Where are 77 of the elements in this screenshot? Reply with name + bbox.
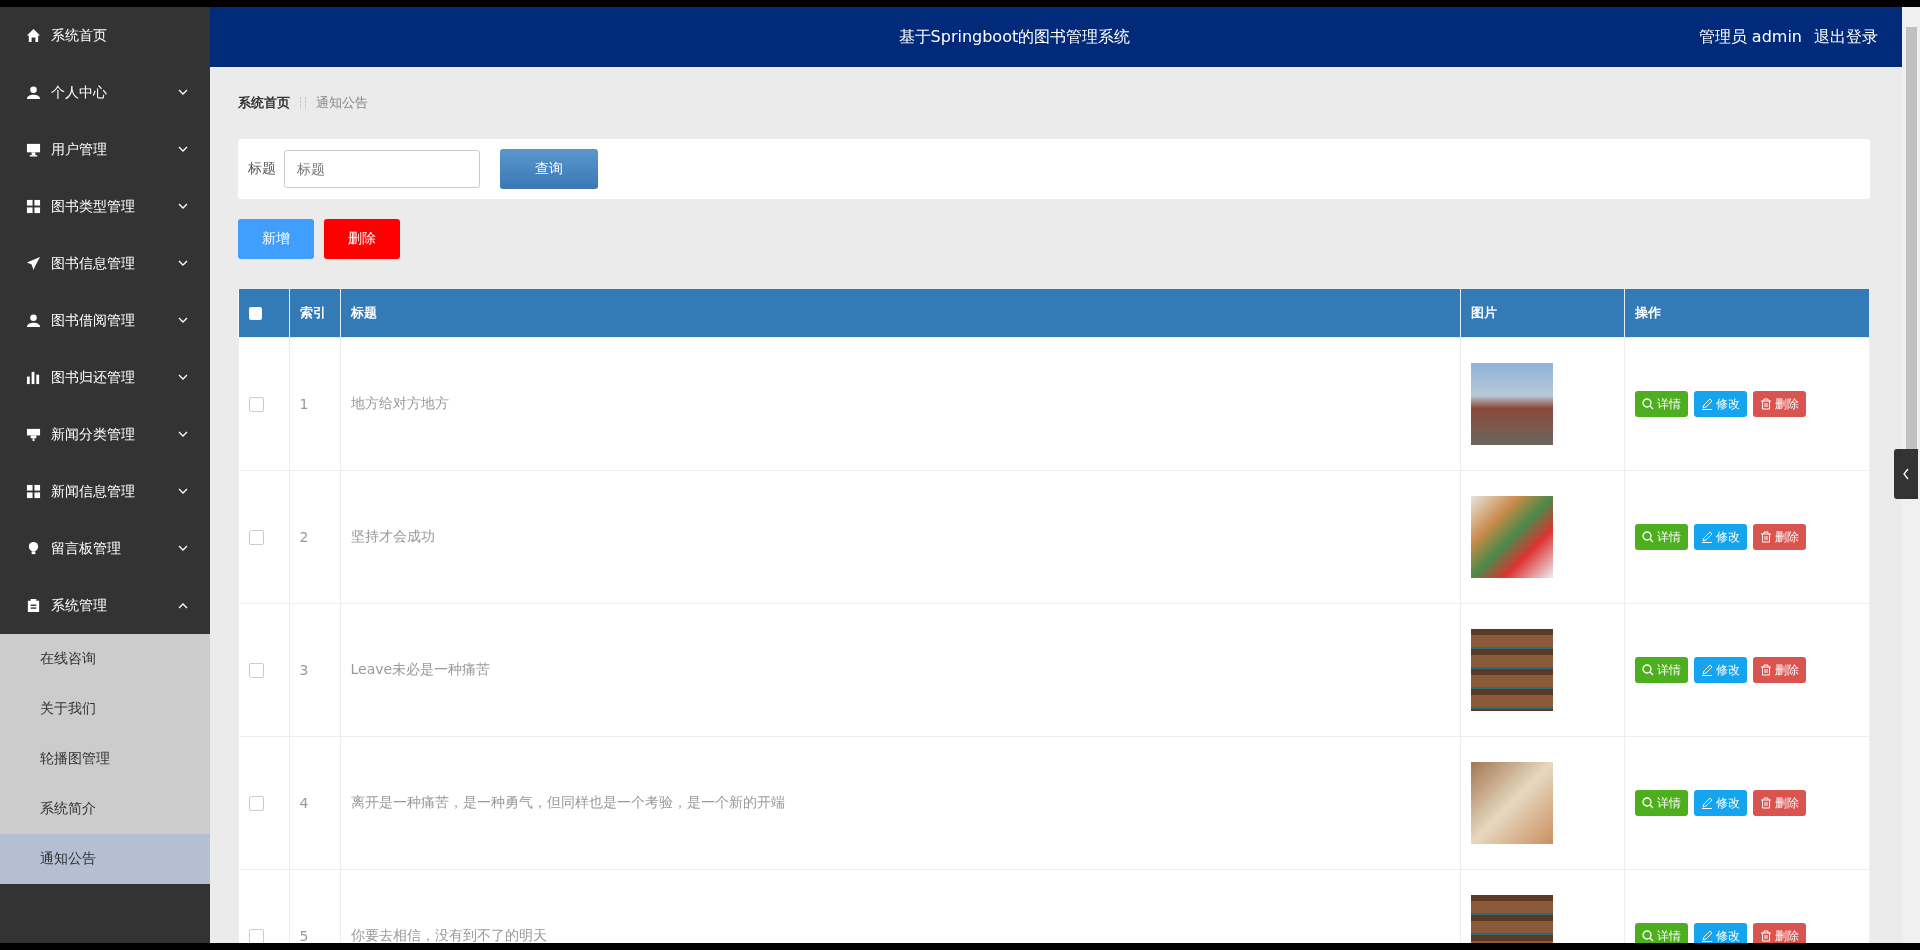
delete-button[interactable]: 删除	[1753, 657, 1806, 683]
logout-link[interactable]: 退出登录	[1814, 26, 1878, 48]
title-cell: 地方给对方地方	[340, 337, 1461, 471]
index-cell: 1	[289, 337, 340, 471]
breadcrumb-item[interactable]: 系统首页	[238, 94, 290, 112]
paper-plane-icon	[26, 256, 41, 271]
query-button[interactable]: 查询	[500, 149, 598, 189]
title-cell: 坚持才会成功	[340, 470, 1461, 604]
submenu-item[interactable]: 系统简介	[0, 784, 210, 834]
app-title: 基于Springboot的图书管理系统	[897, 26, 1132, 48]
delete-button[interactable]: 删除	[1753, 524, 1806, 550]
delete-button[interactable]: 删除	[1753, 923, 1806, 943]
monitor-icon	[26, 142, 41, 157]
trash-icon	[1760, 531, 1772, 543]
trash-icon	[1760, 930, 1772, 942]
user-label: 管理员 admin	[1698, 26, 1802, 48]
submenu-item[interactable]: 在线咨询	[0, 634, 210, 684]
bar-chart-icon	[26, 370, 41, 385]
sidebar-item[interactable]: 用户管理	[0, 121, 210, 178]
collapse-tab[interactable]	[1894, 449, 1918, 499]
sidebar-item[interactable]: 系统管理	[0, 577, 210, 634]
trash-icon	[1760, 398, 1772, 410]
column-header: 图片	[1460, 289, 1625, 338]
index-cell: 2	[289, 470, 340, 604]
search-icon	[1642, 797, 1654, 809]
breadcrumb-item: 通知公告	[316, 94, 368, 112]
signpost-icon	[26, 427, 41, 442]
grid-icon	[26, 199, 41, 214]
user-icon	[26, 85, 41, 100]
trash-icon	[1760, 664, 1772, 676]
sidebar-item[interactable]: 留言板管理	[0, 520, 210, 577]
title-cell: Leave未必是一种痛苦	[340, 603, 1461, 737]
submenu-item[interactable]: 轮播图管理	[0, 734, 210, 784]
sidebar-item[interactable]: 个人中心	[0, 64, 210, 121]
column-header: 索引	[289, 289, 340, 338]
search-icon	[1642, 398, 1654, 410]
index-cell: 3	[289, 603, 340, 737]
pencil-icon	[1701, 797, 1713, 809]
search-icon	[1642, 664, 1654, 676]
lightbulb-icon	[26, 541, 41, 556]
home-icon	[26, 28, 41, 43]
row-checkbox[interactable]	[249, 396, 264, 412]
sidebar-item[interactable]: 新闻分类管理	[0, 406, 210, 463]
chevron-icon	[1902, 468, 1910, 480]
index-cell: 4	[289, 736, 340, 870]
delete-button[interactable]: 删除	[1753, 391, 1806, 417]
sidebar-item[interactable]: 图书归还管理	[0, 349, 210, 406]
pencil-icon	[1701, 398, 1713, 410]
column-header: 操作	[1624, 289, 1870, 338]
row-checkbox[interactable]	[249, 529, 264, 545]
pencil-icon	[1701, 664, 1713, 676]
sidebar-item[interactable]: 图书信息管理	[0, 235, 210, 292]
title-cell: 离开是一种痛苦，是一种勇气，但同样也是一个考验，是一个新的开端	[340, 736, 1461, 870]
pencil-icon	[1701, 930, 1713, 942]
scrollbar[interactable]	[1902, 7, 1920, 943]
sidebar-item[interactable]: 新闻信息管理	[0, 463, 210, 520]
row-checkbox[interactable]	[249, 662, 264, 678]
row-checkbox[interactable]	[249, 795, 264, 811]
sidebar-item[interactable]: 系统首页	[0, 7, 210, 64]
sidebar-item[interactable]: 图书借阅管理	[0, 292, 210, 349]
title-search-field[interactable]: 标题	[284, 150, 480, 188]
submenu-item[interactable]: 通知公告	[0, 834, 210, 884]
search-icon	[1642, 930, 1654, 942]
grid-icon	[26, 484, 41, 499]
submenu-item[interactable]: 关于我们	[0, 684, 210, 734]
row-checkbox[interactable]	[249, 928, 264, 943]
delete-button[interactable]: 删除	[1753, 790, 1806, 816]
column-header: 标题	[340, 289, 1461, 338]
sidebar-item[interactable]: 图书类型管理	[0, 178, 210, 235]
clipboard-icon	[26, 598, 41, 613]
search-icon	[1642, 531, 1654, 543]
trash-icon	[1760, 797, 1772, 809]
pencil-icon	[1701, 531, 1713, 543]
select-all-checkbox[interactable]	[248, 306, 262, 320]
delete-button[interactable]: 删除	[324, 219, 400, 259]
field-label: 标题	[248, 160, 276, 178]
user-icon	[26, 313, 41, 328]
